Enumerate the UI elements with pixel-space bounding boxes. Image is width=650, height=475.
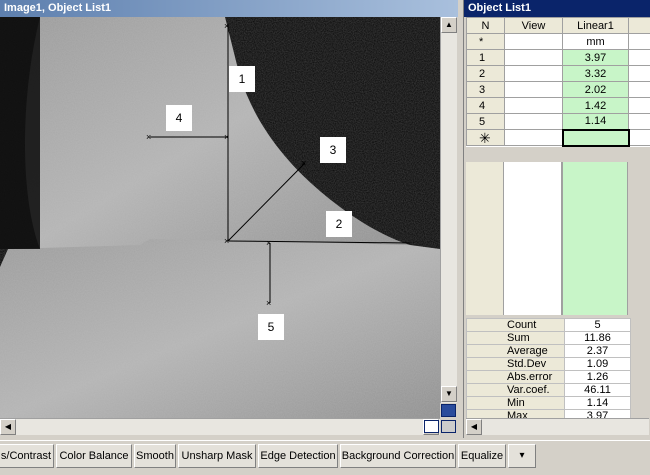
row-value[interactable]: 1.42 [562, 97, 629, 114]
view-mode-icons [440, 403, 457, 418]
row-value[interactable]: 3.32 [562, 65, 629, 82]
table-row[interactable]: 3 2.02 [466, 81, 650, 98]
units-row-n: * [466, 33, 505, 50]
row-number: 5 [466, 113, 505, 130]
statistics-table: Count 5 Sum 11.86 Average 2.37 Std.Dev 1.09 … [466, 318, 631, 423]
svg-text:×: × [224, 236, 229, 246]
table-row[interactable]: 1 3.97 [466, 49, 650, 66]
stat-value: 1.09 [564, 357, 631, 371]
object-list-table: N View Linear1 * mm 1 3.97 2 3.32 3 2.02… [466, 17, 650, 147]
more-filters-chevron-icon[interactable]: ▾ [508, 444, 536, 468]
svg-text:×: × [266, 238, 271, 248]
new-row-input[interactable] [561, 128, 630, 147]
row-value[interactable]: 1.14 [562, 113, 629, 130]
stat-label: Sum [466, 331, 565, 345]
equalize-button[interactable]: Equalize [458, 444, 506, 468]
svg-text:×: × [266, 298, 271, 308]
background-correction-button[interactable]: Background Correction [340, 444, 456, 468]
stat-value: 1.26 [564, 370, 631, 384]
stat-value: 2.37 [564, 344, 631, 358]
measurement-label-5: 5 [258, 314, 284, 340]
object-list-horizontal-scrollbar[interactable]: ◀ [466, 418, 649, 435]
header-linear1[interactable]: Linear1 [562, 17, 629, 34]
scroll-up-icon[interactable]: ▲ [441, 17, 457, 33]
image-horizontal-scrollbar[interactable]: ◀ ▶ [0, 418, 440, 435]
scroll-left-icon[interactable]: ◀ [0, 419, 16, 435]
measurement-label-1: 1 [229, 66, 255, 92]
stat-value: 5 [564, 318, 631, 332]
image-window: Image1, Object List1 × × × × × × × 1 2 3… [0, 0, 458, 438]
table-row[interactable]: 2 3.32 [466, 65, 650, 82]
row-number: 1 [466, 49, 505, 66]
scroll-down-icon[interactable]: ▼ [441, 386, 457, 402]
fit-window-icon[interactable] [441, 404, 456, 417]
color-balance-button[interactable]: Color Balance [56, 444, 132, 468]
header-n[interactable]: N [466, 17, 505, 34]
table-row[interactable]: 4 1.42 [466, 97, 650, 114]
monitor-icon[interactable] [441, 420, 456, 433]
image-window-title: Image1, Object List1 [0, 0, 458, 17]
window-icon[interactable] [424, 420, 439, 433]
svg-text:×: × [224, 132, 229, 142]
scroll-left-icon[interactable]: ◀ [466, 419, 482, 435]
stat-value: 46.11 [564, 383, 631, 397]
stat-label: Var.coef. [466, 383, 565, 397]
measurement-label-3: 3 [320, 137, 346, 163]
object-list-title: Object List1 [464, 0, 650, 17]
micrograph-image: × × × × × × × [0, 17, 440, 418]
measurement-label-2: 2 [326, 211, 352, 237]
edge-detection-button[interactable]: Edge Detection [258, 444, 338, 468]
units-cell: mm [562, 33, 629, 50]
new-row-icon: ✳ [466, 129, 505, 146]
unsharp-mask-button[interactable]: Unsharp Mask [178, 444, 256, 468]
row-number: 2 [466, 65, 505, 82]
svg-text:×: × [301, 158, 306, 168]
brightness-contrast-button[interactable]: s/Contrast [0, 444, 54, 468]
stat-label: Abs.error [466, 370, 565, 384]
row-number: 3 [466, 81, 505, 98]
measurement-label-4: 4 [166, 105, 192, 131]
stat-value: 11.86 [564, 331, 631, 345]
stat-label: Std.Dev [466, 357, 565, 371]
stat-value: 1.14 [564, 396, 631, 410]
image-canvas[interactable]: × × × × × × × 1 2 3 4 5 [0, 17, 440, 418]
table-row[interactable]: 5 1.14 [466, 113, 650, 130]
row-number: 4 [466, 97, 505, 114]
new-row[interactable]: ✳ [466, 128, 650, 147]
stat-label: Min [466, 396, 565, 410]
smooth-button[interactable]: Smooth [134, 444, 176, 468]
object-list-window: Object List1 N View Linear1 * mm 1 3.97 [463, 0, 650, 438]
filter-toolbar: s/Contrast Color Balance Smooth Unsharp … [0, 440, 650, 475]
stat-label: Count [466, 318, 565, 332]
row-value[interactable]: 3.97 [562, 49, 629, 66]
stat-label: Average [466, 344, 565, 358]
svg-text:×: × [224, 21, 229, 31]
row-value[interactable]: 2.02 [562, 81, 629, 98]
image-vertical-scrollbar[interactable]: ▲ ▼ [440, 17, 457, 403]
header-view[interactable]: View [504, 17, 563, 34]
svg-text:×: × [146, 132, 151, 142]
